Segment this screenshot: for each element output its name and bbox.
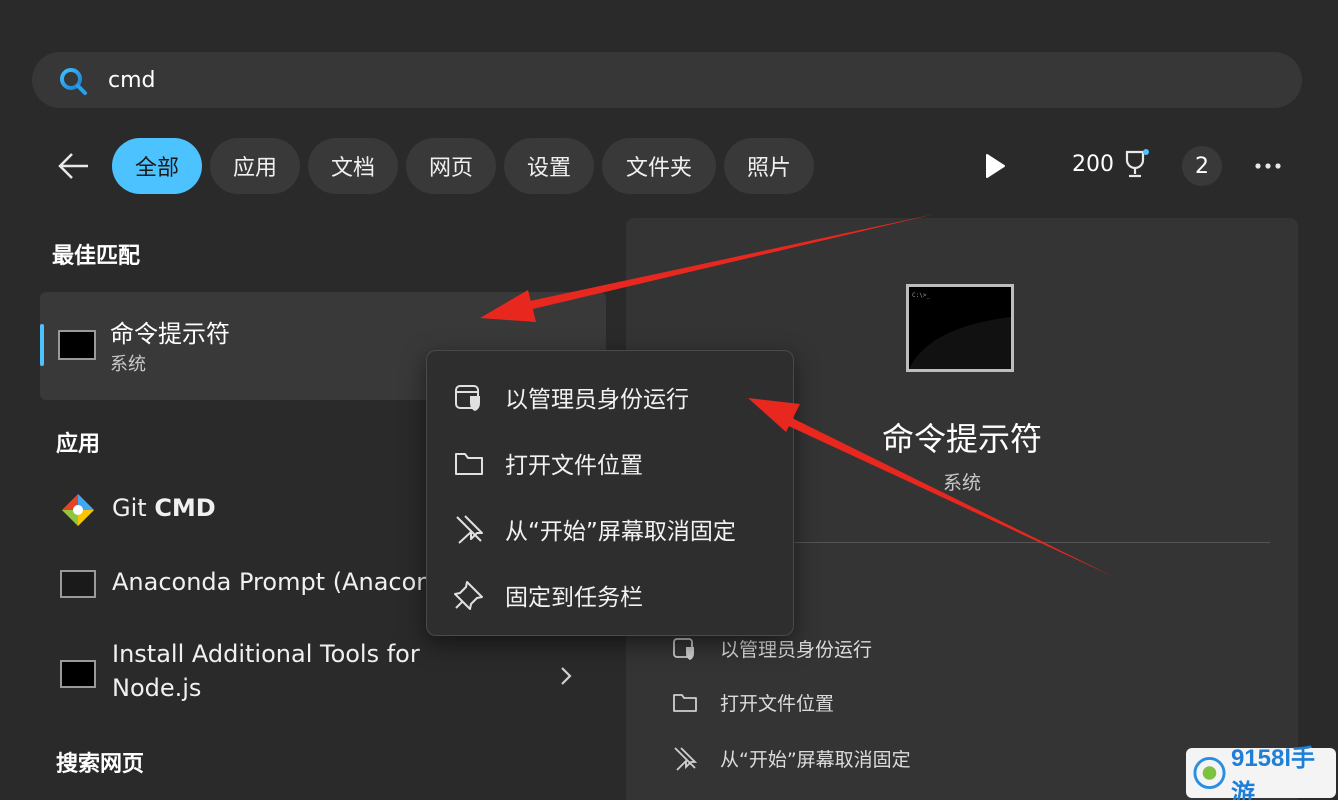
app-label-match: CMD xyxy=(154,494,216,522)
action-label: 打开文件位置 xyxy=(720,692,835,715)
chevron-right-icon[interactable] xyxy=(556,664,576,688)
tab-settings[interactable]: 设置 xyxy=(504,138,594,194)
tab-photos[interactable]: 照片 xyxy=(724,138,814,194)
tab-all[interactable]: 全部 xyxy=(112,138,202,194)
trophy-icon xyxy=(1125,149,1149,178)
terminal-icon xyxy=(60,660,96,688)
selection-indicator xyxy=(40,324,44,366)
app-label-line1: Install Additional Tools for xyxy=(112,640,420,668)
watermark-text: 9158l手游 xyxy=(1230,745,1316,800)
action-label: 以管理员身份运行 xyxy=(720,638,873,661)
apps-heading: 应用 xyxy=(56,432,101,457)
app-label: Anaconda Prompt (Anacon xyxy=(112,568,432,596)
terminal-window-graphic: C:\>_ xyxy=(909,287,1011,369)
list-item-node-tools[interactable]: Install Additional Tools for Node.js xyxy=(40,636,606,712)
menu-item-label: 打开文件位置 xyxy=(505,453,643,479)
menu-item-label: 以管理员身份运行 xyxy=(505,387,689,413)
search-input[interactable] xyxy=(108,62,1208,98)
menu-item-label: 从“开始”屏幕取消固定 xyxy=(505,519,736,545)
menu-item-unpin-from-start[interactable]: 从“开始”屏幕取消固定 xyxy=(453,507,736,551)
count-badge[interactable]: 2 xyxy=(1182,146,1222,186)
app-label-prefix: Git xyxy=(112,494,155,522)
folder-icon xyxy=(455,453,483,475)
menu-item-pin-to-taskbar[interactable]: 固定到任务栏 xyxy=(453,573,643,617)
watermark-logo-icon xyxy=(1193,756,1226,790)
tab-web[interactable]: 网页 xyxy=(406,138,496,194)
svg-text:C:\>_: C:\>_ xyxy=(912,292,930,299)
unpin-icon xyxy=(674,747,698,771)
git-icon xyxy=(62,494,94,526)
play-icon[interactable] xyxy=(982,152,1008,180)
terminal-icon xyxy=(60,570,96,598)
search-bar xyxy=(32,52,1302,108)
search-icon xyxy=(60,68,87,95)
best-match-heading: 最佳匹配 xyxy=(52,244,141,269)
context-menu: 以管理员身份运行 打开文件位置 从“开始”屏幕取消固定 固定到任务栏 xyxy=(426,350,794,636)
admin-shield-icon xyxy=(455,385,480,411)
tab-documents[interactable]: 文档 xyxy=(308,138,398,194)
app-label: Git CMD xyxy=(112,494,216,522)
tab-folders[interactable]: 文件夹 xyxy=(602,138,716,194)
more-options-icon[interactable] xyxy=(1252,156,1284,176)
folder-icon xyxy=(673,694,697,712)
pin-icon xyxy=(454,581,483,610)
unpin-icon xyxy=(456,515,483,544)
menu-item-run-as-admin[interactable]: 以管理员身份运行 xyxy=(453,375,689,419)
command-prompt-icon: C:\>_ xyxy=(906,284,1014,372)
action-label: 从“开始”屏幕取消固定 xyxy=(720,748,911,771)
rewards-points[interactable]: 200 xyxy=(1072,148,1150,180)
preview-action-unpin[interactable]: 从“开始”屏幕取消固定 xyxy=(672,740,911,776)
app-label-line2: Node.js xyxy=(112,674,202,702)
preview-action-open-location[interactable]: 打开文件位置 xyxy=(672,684,834,720)
points-value: 200 xyxy=(1072,151,1114,177)
back-arrow-icon[interactable] xyxy=(56,148,92,184)
best-match-subtitle: 系统 xyxy=(110,354,146,375)
menu-item-label: 固定到任务栏 xyxy=(505,585,643,611)
menu-item-open-file-location[interactable]: 打开文件位置 xyxy=(453,441,643,485)
tab-apps[interactable]: 应用 xyxy=(210,138,300,194)
terminal-icon xyxy=(58,330,96,360)
watermark: 9158l手游 xyxy=(1186,745,1336,800)
best-match-title: 命令提示符 xyxy=(110,320,230,348)
admin-shield-icon xyxy=(673,638,694,660)
web-search-heading: 搜索网页 xyxy=(56,752,145,777)
